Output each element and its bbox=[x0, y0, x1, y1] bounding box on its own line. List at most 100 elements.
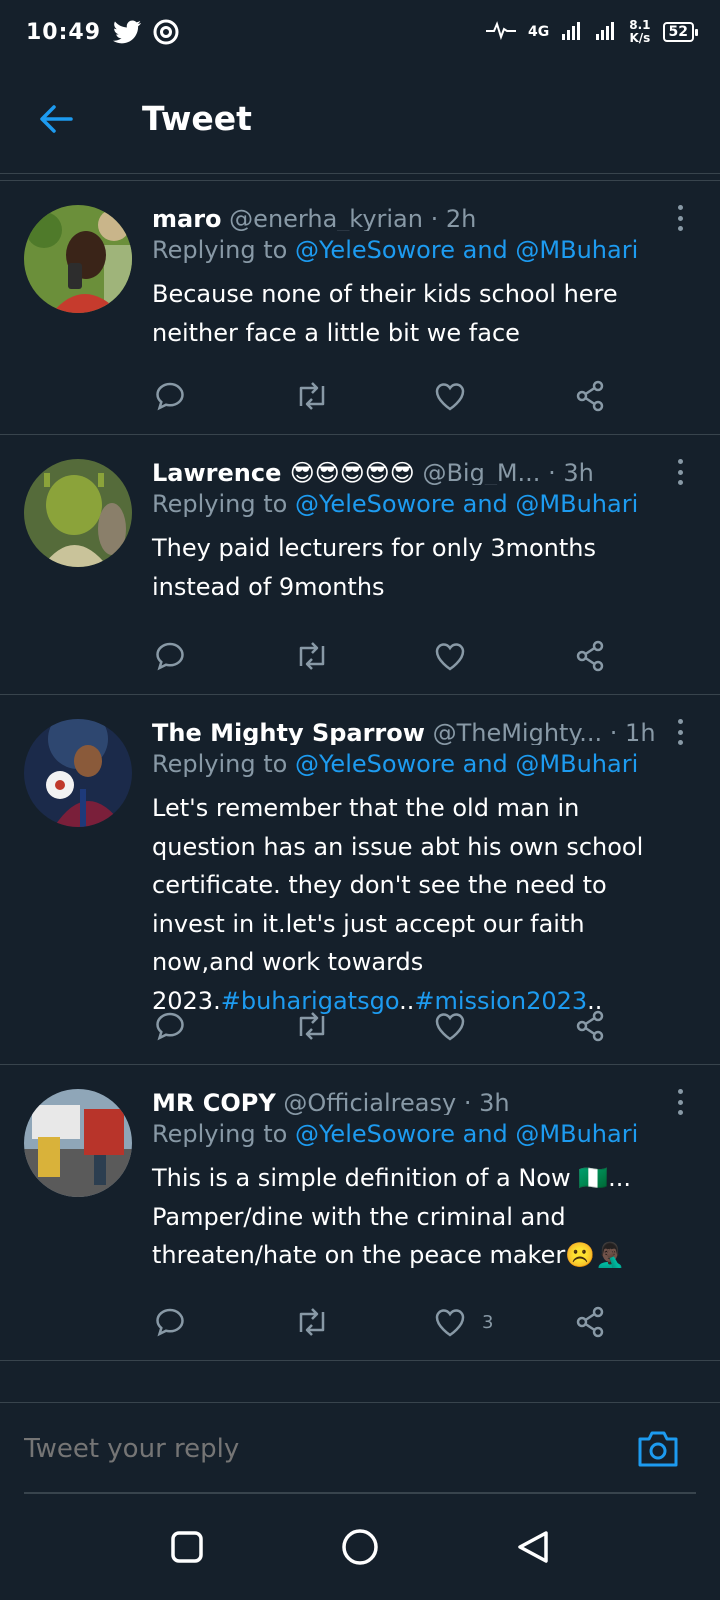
like-button[interactable] bbox=[434, 376, 574, 416]
tweet-actions bbox=[152, 351, 714, 433]
share-icon bbox=[576, 380, 604, 412]
square-icon bbox=[170, 1531, 203, 1563]
battery-indicator: 52 bbox=[662, 22, 699, 42]
camera-icon bbox=[638, 1431, 678, 1466]
replying-label: Replying to bbox=[152, 490, 288, 518]
like-count: 3 bbox=[482, 1311, 494, 1333]
mention-link[interactable]: @YeleSowore bbox=[295, 1120, 455, 1148]
share-button[interactable] bbox=[574, 376, 714, 416]
reply-button[interactable] bbox=[154, 636, 294, 676]
replying-to: Replying to @YeleSowore and @MBuhari bbox=[152, 745, 680, 785]
retweet-button[interactable] bbox=[294, 376, 434, 416]
page-title: Tweet bbox=[142, 99, 252, 138]
twitter-bird-icon bbox=[113, 20, 142, 44]
more-options-button[interactable] bbox=[670, 203, 690, 233]
reply-input[interactable] bbox=[24, 1433, 632, 1464]
retweet-icon bbox=[299, 1012, 325, 1040]
share-button[interactable] bbox=[574, 1006, 714, 1046]
reply-button[interactable] bbox=[154, 1006, 294, 1046]
home-button[interactable] bbox=[330, 1517, 390, 1577]
comment-icon bbox=[156, 1012, 184, 1041]
replying-to: Replying to @YeleSowore and @MBuhari bbox=[152, 485, 680, 525]
retweet-icon bbox=[299, 382, 325, 410]
network-type: 4G bbox=[528, 24, 550, 40]
retweet-button[interactable] bbox=[294, 1006, 434, 1046]
retweet-icon bbox=[299, 1308, 325, 1336]
chrome-icon bbox=[153, 19, 179, 45]
speed-unit: K/s bbox=[629, 31, 651, 45]
arrow-left-icon bbox=[40, 104, 73, 133]
activity-icon bbox=[486, 20, 517, 44]
like-button[interactable]: 3 bbox=[434, 1302, 574, 1342]
camera-button[interactable] bbox=[632, 1423, 684, 1475]
reply-button[interactable] bbox=[154, 1302, 294, 1342]
retweet-button[interactable] bbox=[294, 636, 434, 676]
heart-icon bbox=[435, 1013, 465, 1041]
network-speed: 8.1 K/s bbox=[629, 19, 650, 45]
user-handle[interactable]: @TheMighty... bbox=[433, 719, 603, 745]
reply-button[interactable] bbox=[154, 376, 294, 416]
avatar[interactable] bbox=[24, 205, 132, 313]
back-button[interactable] bbox=[26, 89, 86, 149]
display-name[interactable]: The Mighty Sparrow bbox=[152, 719, 425, 745]
share-icon bbox=[576, 1306, 604, 1338]
and-label: and bbox=[462, 750, 508, 778]
mention-link[interactable]: @MBuhari bbox=[515, 750, 638, 778]
heart-icon bbox=[435, 643, 465, 671]
mention-link[interactable]: @YeleSowore bbox=[295, 236, 455, 264]
mention-link[interactable]: @YeleSowore bbox=[295, 490, 455, 518]
display-name[interactable]: Lawrence 😎😎😎😎😎 bbox=[152, 459, 415, 485]
signal-icon bbox=[561, 20, 583, 44]
tweet-text: Because none of their kids school here n… bbox=[152, 280, 618, 347]
tweet-actions: 3 bbox=[152, 1277, 714, 1359]
user-handle[interactable]: @enerha_kyrian bbox=[229, 205, 423, 231]
recents-button[interactable] bbox=[157, 1517, 217, 1577]
display-name[interactable]: maro bbox=[152, 205, 222, 231]
triangle-icon bbox=[518, 1531, 549, 1563]
share-button[interactable] bbox=[574, 636, 714, 676]
user-handle[interactable]: @Big_M... bbox=[422, 459, 540, 485]
mention-link[interactable]: @MBuhari bbox=[515, 236, 638, 264]
tweet-item[interactable]: The Mighty Sparrow @TheMighty... · 1h Re… bbox=[0, 695, 720, 1065]
mention-link[interactable]: @MBuhari bbox=[515, 1120, 638, 1148]
tweet-actions bbox=[152, 981, 714, 1063]
system-back-button[interactable] bbox=[503, 1517, 563, 1577]
and-label: and bbox=[462, 236, 508, 264]
system-nav-bar bbox=[0, 1494, 720, 1600]
like-button[interactable] bbox=[434, 1006, 574, 1046]
reply-composer bbox=[0, 1402, 720, 1494]
status-time: 10:49 bbox=[26, 19, 102, 45]
replying-label: Replying to bbox=[152, 236, 288, 264]
tweet-item[interactable]: Lawrence 😎😎😎😎😎 @Big_M... · 3h Replying t… bbox=[0, 435, 720, 695]
top-app-bar: Tweet bbox=[0, 64, 720, 174]
tweet-age: 1h bbox=[625, 719, 656, 745]
avatar[interactable] bbox=[24, 1089, 132, 1197]
avatar[interactable] bbox=[24, 459, 132, 567]
share-icon bbox=[576, 640, 604, 672]
more-options-button[interactable] bbox=[670, 457, 690, 487]
mention-link[interactable]: @YeleSowore bbox=[295, 750, 455, 778]
tweet-item[interactable]: maro @enerha_kyrian · 2h Replying to @Ye… bbox=[0, 181, 720, 435]
share-button[interactable] bbox=[574, 1302, 714, 1342]
tweet-text: They paid lecturers for only 3months ins… bbox=[152, 534, 596, 601]
status-bar: 10:49 4G 8.1 K/s 52 bbox=[0, 0, 720, 64]
like-button[interactable] bbox=[434, 636, 574, 676]
more-options-button[interactable] bbox=[670, 1087, 690, 1117]
user-handle[interactable]: @Officialreasy bbox=[283, 1089, 456, 1115]
comment-icon bbox=[156, 382, 184, 411]
replying-to: Replying to @YeleSowore and @MBuhari bbox=[152, 1115, 680, 1155]
mention-link[interactable]: @MBuhari bbox=[515, 490, 638, 518]
more-options-button[interactable] bbox=[670, 717, 690, 747]
display-name[interactable]: MR COPY bbox=[152, 1089, 276, 1115]
tweet-header: MR COPY @Officialreasy · 3h bbox=[152, 1089, 510, 1115]
tweet-actions bbox=[152, 611, 714, 693]
replying-to: Replying to @YeleSowore and @MBuhari bbox=[152, 231, 680, 271]
heart-icon bbox=[435, 383, 465, 411]
tweet-item[interactable]: MR COPY @Officialreasy · 3h Replying to … bbox=[0, 1065, 720, 1361]
avatar[interactable] bbox=[24, 719, 132, 827]
tweet-age: 2h bbox=[445, 205, 477, 231]
tweet-header: maro @enerha_kyrian · 2h bbox=[152, 205, 477, 231]
retweet-button[interactable] bbox=[294, 1302, 434, 1342]
reply-feed: maro @enerha_kyrian · 2h Replying to @Ye… bbox=[0, 180, 720, 1361]
replying-label: Replying to bbox=[152, 1120, 288, 1148]
